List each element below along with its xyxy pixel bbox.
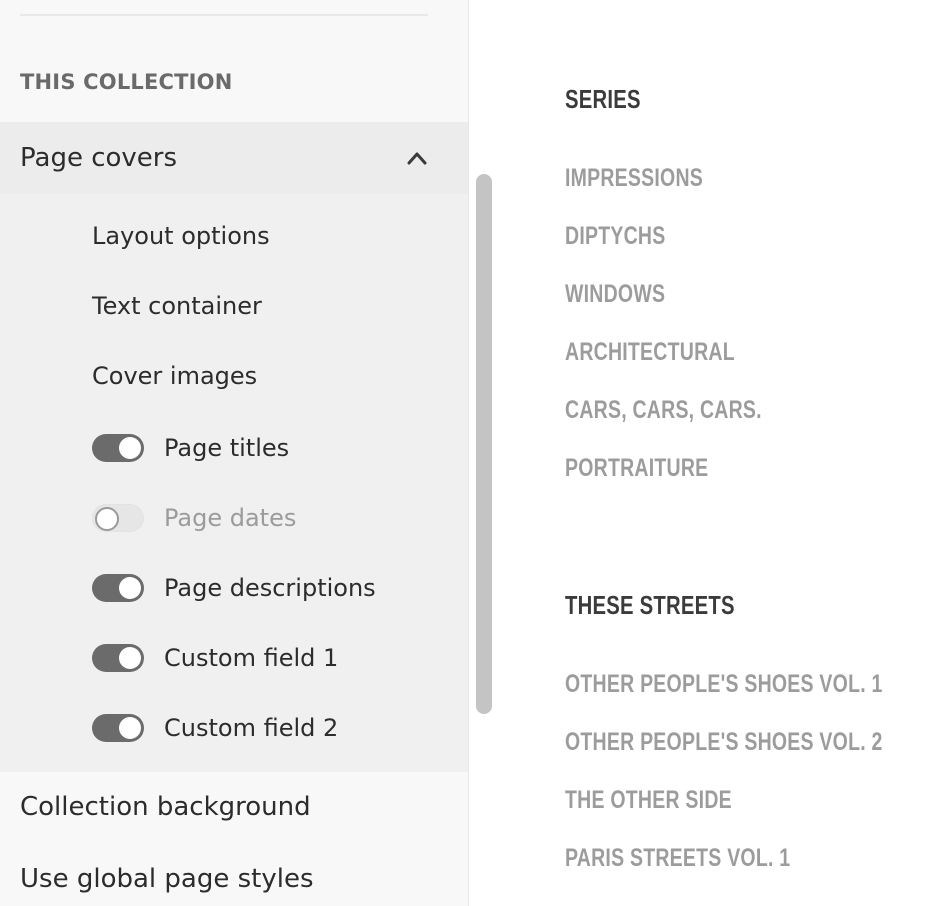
nav-link[interactable]: PARIS STREETS VOL. 1 [565,844,790,873]
layout-options-item[interactable]: Layout options [92,222,270,250]
nav-link[interactable]: DIPTYCHS [565,222,665,251]
toggle-label: Custom field 2 [164,714,339,742]
toggle-label: Page titles [164,434,290,462]
toggle-knob [119,577,141,599]
page-dates-row[interactable]: Page dates [92,503,296,533]
toggle-label: Custom field 1 [164,644,339,672]
collection-background-item[interactable]: Collection background [20,792,311,822]
nav-link[interactable]: OTHER PEOPLE'S SHOES VOL. 1 [565,670,883,699]
nav-heading-series: SERIES [565,84,641,114]
cover-images-item[interactable]: Cover images [92,362,257,390]
group-title: Page covers [20,143,178,173]
section-label: THIS COLLECTION [20,70,233,94]
nav-link[interactable]: PORTRAITURE [565,454,708,483]
custom-field-1-row[interactable]: Custom field 1 [92,643,338,673]
page-descriptions-row[interactable]: Page descriptions [92,573,376,603]
toggle-label: Page descriptions [164,574,376,602]
nav-link[interactable]: OTHER PEOPLE'S SHOES VOL. 2 [565,728,883,757]
custom-field-2-row[interactable]: Custom field 2 [92,713,338,743]
toggle-knob [119,717,141,739]
nav-link[interactable]: IMPRESSIONS [565,164,703,193]
page-covers-group-header[interactable]: Page covers [0,122,468,194]
settings-sidebar: THIS COLLECTION Page covers Layout optio… [0,0,469,906]
site-preview: SERIES IMPRESSIONS DIPTYCHS WINDOWS ARCH… [500,0,940,906]
nav-link[interactable]: ARCHITECTURAL [565,338,735,367]
chevron-up-icon[interactable] [406,148,428,168]
divider [20,14,428,16]
page-covers-group-body [0,194,468,772]
toggle-knob [95,507,119,531]
nav-heading-these-streets: THESE STREETS [565,590,735,620]
nav-link[interactable]: WINDOWS [565,280,665,309]
page-titles-toggle[interactable] [92,434,144,462]
toggle-label: Page dates [164,504,297,532]
page-dates-toggle[interactable] [92,504,144,532]
use-global-page-styles-item[interactable]: Use global page styles [20,864,314,894]
toggle-knob [119,437,141,459]
nav-link[interactable]: THE OTHER SIDE [565,786,732,815]
text-container-item[interactable]: Text container [92,292,262,320]
sidebar-scrollbar[interactable] [476,174,492,714]
custom-field-2-toggle[interactable] [92,714,144,742]
toggle-knob [119,647,141,669]
custom-field-1-toggle[interactable] [92,644,144,672]
nav-link[interactable]: CARS, CARS, CARS. [565,396,762,425]
page-titles-row[interactable]: Page titles [92,433,289,463]
page-descriptions-toggle[interactable] [92,574,144,602]
